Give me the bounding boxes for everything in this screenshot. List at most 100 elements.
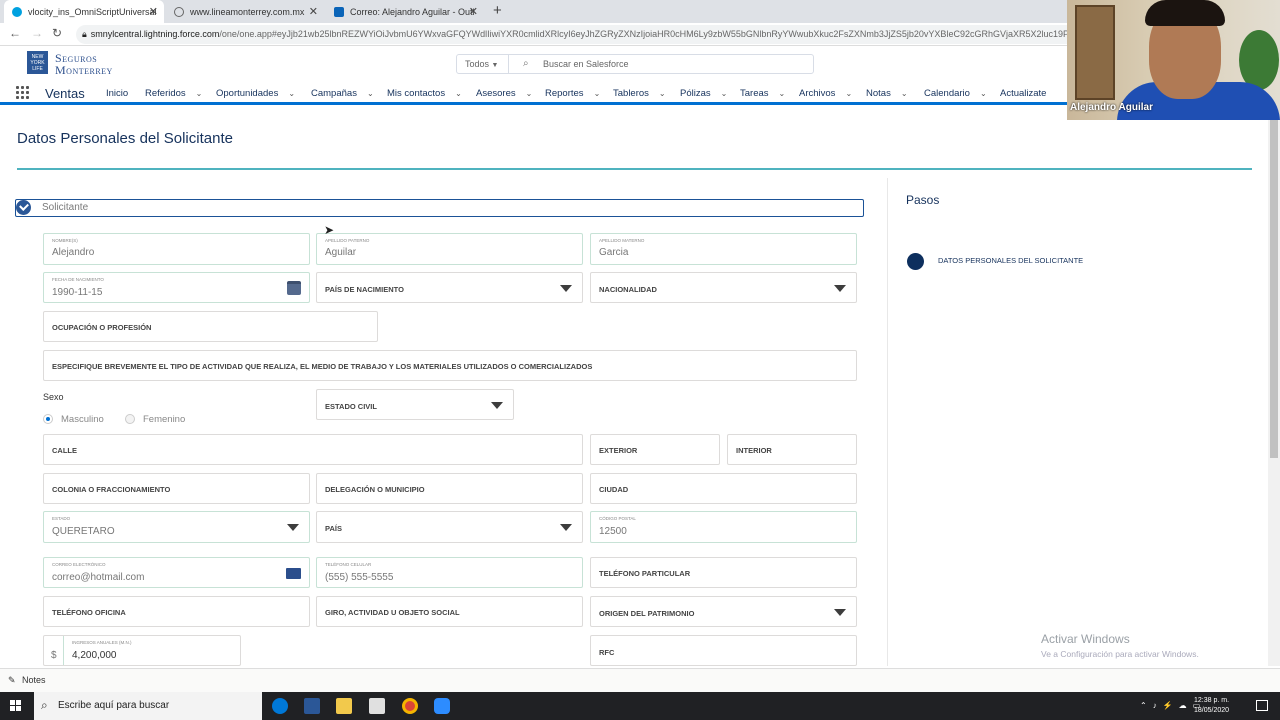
- search-scope-select[interactable]: Todos ▼: [457, 55, 509, 73]
- nav-item-actualizate[interactable]: Actualizate: [1000, 88, 1046, 99]
- plant: [1239, 30, 1279, 90]
- sexo-masculino-radio[interactable]: [43, 414, 53, 424]
- utility-bar: ✎ Notes: [0, 668, 1280, 692]
- chevron-down-icon[interactable]: ⌄: [721, 89, 728, 98]
- chevron-down-icon[interactable]: ⌄: [845, 89, 852, 98]
- calle-field[interactable]: CALLE: [43, 434, 583, 465]
- origen-patrimonio-select[interactable]: ORIGEN DEL PATRIMONIO: [590, 596, 857, 627]
- section-label: Solicitante: [42, 202, 89, 213]
- nav-item-polizas[interactable]: Pólizas ⌄: [680, 88, 727, 99]
- section-check-icon[interactable]: [16, 200, 31, 215]
- field-label: Apellido Paterno: [325, 238, 370, 243]
- url-input[interactable]: 🔒︎ smnylcentral.lightning.force.com/one/o…: [76, 25, 1076, 44]
- step-label[interactable]: DATOS PERSONALES DEL SOLICITANTE: [938, 256, 1083, 265]
- calculator-icon[interactable]: [369, 698, 385, 714]
- nav-item-asesores[interactable]: Asesores ⌄: [476, 88, 532, 99]
- nav-item-campanas[interactable]: Campañas ⌄: [311, 88, 374, 99]
- nav-item-archivos[interactable]: Archivos ⌄: [799, 88, 852, 99]
- nav-item-referidos[interactable]: Referidos ⌄: [145, 88, 202, 99]
- new-tab-icon[interactable]: +: [493, 2, 502, 19]
- field-label: Estado: [52, 516, 71, 521]
- taskbar-clock[interactable]: 12:38 p. m. 18/05/2020: [1194, 696, 1229, 716]
- section-solicitante[interactable]: Solicitante: [15, 199, 864, 217]
- word-icon[interactable]: [304, 698, 320, 714]
- nav-item-tableros[interactable]: Tableros ⌄: [613, 88, 666, 99]
- back-icon[interactable]: ←: [9, 26, 21, 40]
- notification-icon[interactable]: [1256, 700, 1268, 711]
- nav-label: Mis contactos: [387, 88, 446, 99]
- nav-label: Oportunidades: [216, 88, 279, 99]
- close-tab-icon[interactable]: ✕: [149, 5, 158, 18]
- estado-select[interactable]: Estado QUERETARO: [43, 511, 310, 543]
- search-input[interactable]: Buscar en Salesforce: [543, 59, 629, 69]
- seguros-monterrey-logo[interactable]: Seguros Monterrey: [55, 52, 113, 76]
- nav-item-tareas[interactable]: Tareas ⌄: [740, 88, 785, 99]
- interior-field[interactable]: INTERIOR: [727, 434, 857, 465]
- column-divider: [887, 178, 888, 666]
- chevron-down-icon[interactable]: ⌄: [980, 89, 987, 98]
- apellido-materno-field[interactable]: Apellido Materno Garcia: [590, 233, 857, 265]
- field-label: Apellido Materno: [599, 238, 645, 243]
- notes-button[interactable]: Notes: [22, 675, 46, 685]
- close-tab-icon[interactable]: ✕: [469, 5, 478, 18]
- chevron-down-icon[interactable]: ⌄: [901, 89, 908, 98]
- pais-nacimiento-select[interactable]: PAÍS DE NACIMIENTO: [316, 272, 583, 303]
- telefono-celular-field[interactable]: Teléfono celular (555) 555-5555: [316, 557, 583, 588]
- nacionalidad-select[interactable]: NACIONALIDAD: [590, 272, 857, 303]
- close-tab-icon[interactable]: ✕: [309, 5, 318, 18]
- nombre-field[interactable]: Nombre(s) Alejandro: [43, 233, 310, 265]
- nav-item-mis-contactos[interactable]: Mis contactos ⌄: [387, 88, 462, 99]
- nav-label: Tableros: [613, 88, 649, 99]
- nav-item-calendario[interactable]: Calendario ⌄: [924, 88, 987, 99]
- sexo-femenino-radio[interactable]: [125, 414, 135, 424]
- browser-tab-outlook[interactable]: Correo: Alejandro Aguilar - Outl ✕: [326, 0, 484, 23]
- exterior-field[interactable]: EXTERIOR: [590, 434, 720, 465]
- nav-item-inicio[interactable]: Inicio: [106, 88, 128, 99]
- windows-start-icon[interactable]: [10, 700, 22, 712]
- file-explorer-icon[interactable]: [336, 698, 352, 714]
- chevron-down-icon[interactable]: ⌄: [779, 89, 786, 98]
- browser-tab-omniscript[interactable]: vlocity_ins_OmniScriptUniversal ✕: [4, 0, 164, 23]
- global-search[interactable]: Todos ▼ ⌕ Buscar en Salesforce: [456, 54, 814, 74]
- rfc-field[interactable]: RFC: [590, 635, 857, 666]
- chevron-down-icon[interactable]: ⌄: [367, 89, 374, 98]
- step-indicator-icon[interactable]: [907, 253, 924, 270]
- apellido-paterno-field[interactable]: Apellido Paterno Aguilar: [316, 233, 583, 265]
- field-caption: TELÉFONO OFICINA: [52, 608, 126, 617]
- delegacion-field[interactable]: DELEGACIÓN O MUNICIPIO: [316, 473, 583, 504]
- fecha-nacimiento-field[interactable]: Fecha de nacimiento 1990-11-15: [43, 272, 310, 303]
- estado-civil-select[interactable]: ESTADO CIVIL: [316, 389, 514, 420]
- sexo-femenino-label: Femenino: [143, 414, 186, 425]
- chrome-icon[interactable]: [402, 698, 418, 714]
- nav-item-reportes[interactable]: Reportes ⌄: [545, 88, 600, 99]
- colonia-field[interactable]: COLONIA O FRACCIONAMIENTO: [43, 473, 310, 504]
- scrollbar-thumb[interactable]: [1270, 118, 1278, 458]
- actividad-field[interactable]: ESPECIFIQUE BREVEMENTE EL TIPO DE ACTIVI…: [43, 350, 857, 381]
- ingresos-field[interactable]: $ Ingresos anuales (M.N.) 4,200,000: [43, 635, 241, 666]
- chevron-down-icon[interactable]: ⌄: [526, 89, 533, 98]
- search-scope-label: Todos: [465, 59, 490, 69]
- nav-item-oportunidades[interactable]: Oportunidades ⌄: [216, 88, 295, 99]
- chevron-down-icon[interactable]: ⌄: [594, 89, 601, 98]
- telefono-oficina-field[interactable]: TELÉFONO OFICINA: [43, 596, 310, 627]
- codigo-postal-field[interactable]: Código postal 12500: [590, 511, 857, 543]
- chevron-down-icon[interactable]: ⌄: [659, 89, 666, 98]
- ciudad-field[interactable]: CIUDAD: [590, 473, 857, 504]
- telefono-particular-field[interactable]: TELÉFONO PARTICULAR: [590, 557, 857, 588]
- app-launcher-icon[interactable]: [16, 86, 30, 100]
- chevron-down-icon[interactable]: ⌄: [455, 89, 462, 98]
- chevron-down-icon[interactable]: ⌄: [288, 89, 295, 98]
- taskbar-search-input[interactable]: ⌕ Escribe aquí para buscar: [34, 692, 262, 720]
- edge-icon[interactable]: [272, 698, 288, 714]
- calendar-icon[interactable]: [287, 281, 301, 295]
- ocupacion-field[interactable]: OCUPACIÓN O PROFESIÓN: [43, 311, 378, 342]
- zoom-icon[interactable]: [434, 698, 450, 714]
- reload-icon[interactable]: ↻: [52, 26, 62, 40]
- nav-item-notas[interactable]: Notas ⌄: [866, 88, 908, 99]
- chevron-down-icon[interactable]: ⌄: [196, 89, 203, 98]
- forward-icon[interactable]: →: [31, 26, 43, 40]
- correo-field[interactable]: Correo electrónico correo@hotmail.com: [43, 557, 310, 588]
- browser-tab-lineamonterrey[interactable]: www.lineamonterrey.com.mx ✕: [166, 0, 324, 23]
- giro-field[interactable]: GIRO, ACTIVIDAD U OBJETO SOCIAL: [316, 596, 583, 627]
- pais-select[interactable]: PAÍS: [316, 511, 583, 543]
